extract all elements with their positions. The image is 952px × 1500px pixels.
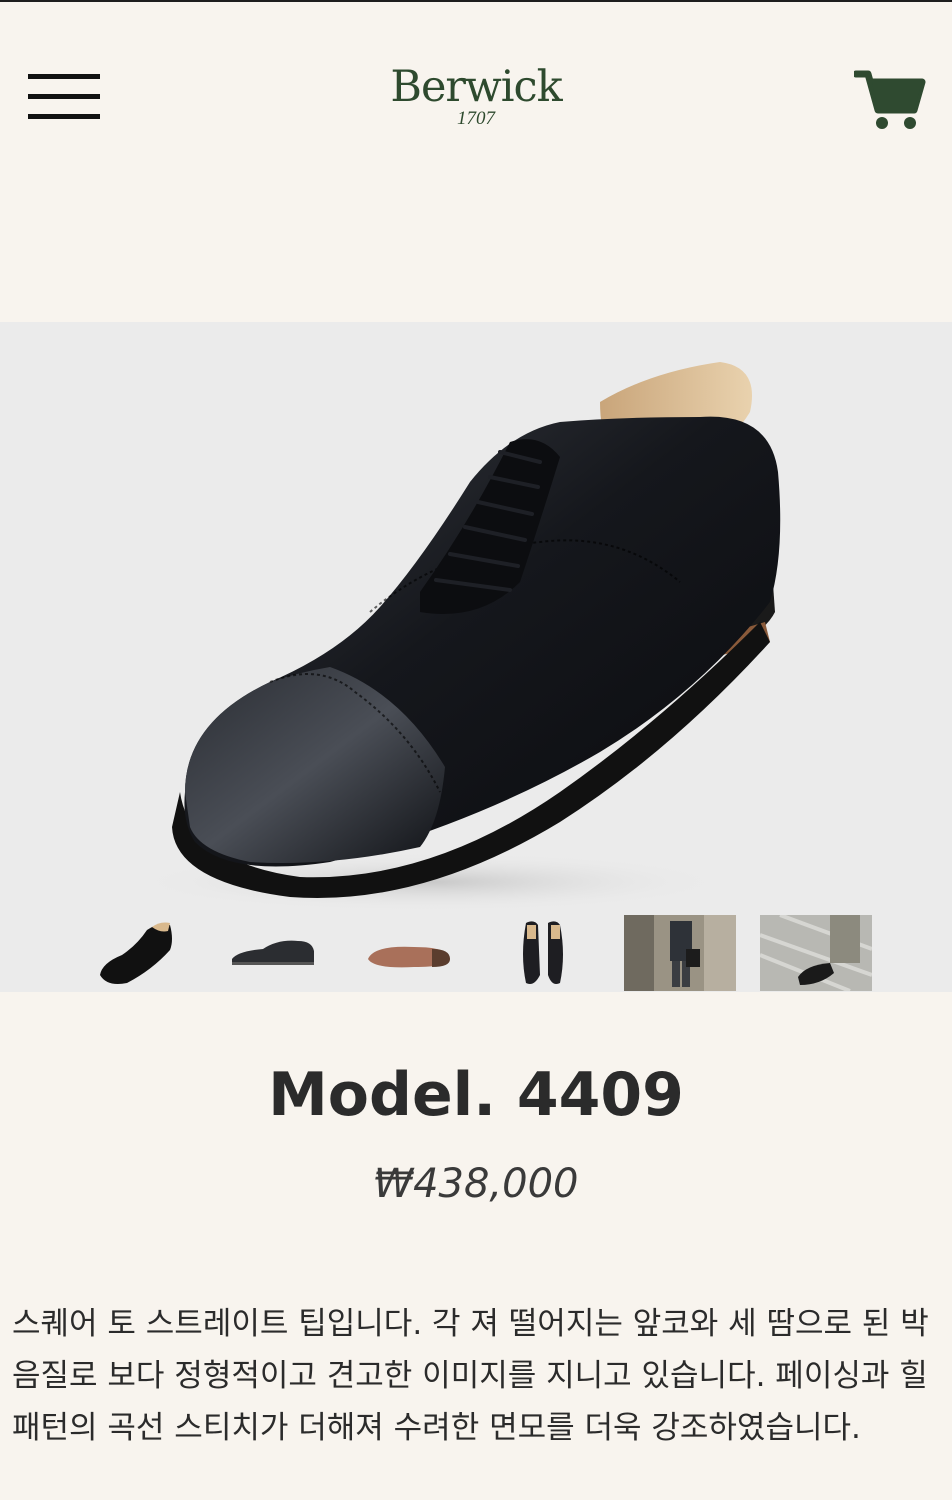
menu-bar [28, 114, 100, 119]
menu-bar [28, 94, 100, 99]
menu-bar [28, 74, 100, 79]
shopping-cart-icon[interactable] [852, 68, 926, 134]
thumbnail-angle-view[interactable] [82, 915, 194, 991]
site-header: Berwick 1707 [0, 2, 952, 322]
thumbnail-side-view[interactable] [218, 915, 330, 991]
product-title: Model. 4409 [268, 1060, 684, 1130]
thumbnail-strip [0, 915, 952, 991]
hamburger-menu-icon[interactable] [28, 74, 102, 124]
thumbnail-model-wearing[interactable] [624, 915, 736, 991]
brand-logo[interactable]: Berwick 1707 [376, 64, 576, 144]
thumbnail-pair-top-view[interactable] [490, 915, 602, 991]
brand-year: 1707 [457, 108, 495, 129]
product-description: 스퀘어 토 스트레이트 팁입니다. 각 져 떨어지는 앞코와 세 땀으로 된 박… [12, 1306, 929, 1446]
brand-name: Berwick [390, 62, 562, 112]
thumbnail-sole-view[interactable] [354, 915, 466, 991]
product-image-main[interactable] [0, 322, 952, 992]
product-price: ₩438,000 [373, 1161, 579, 1207]
thumbnail-street-view[interactable] [760, 915, 872, 991]
